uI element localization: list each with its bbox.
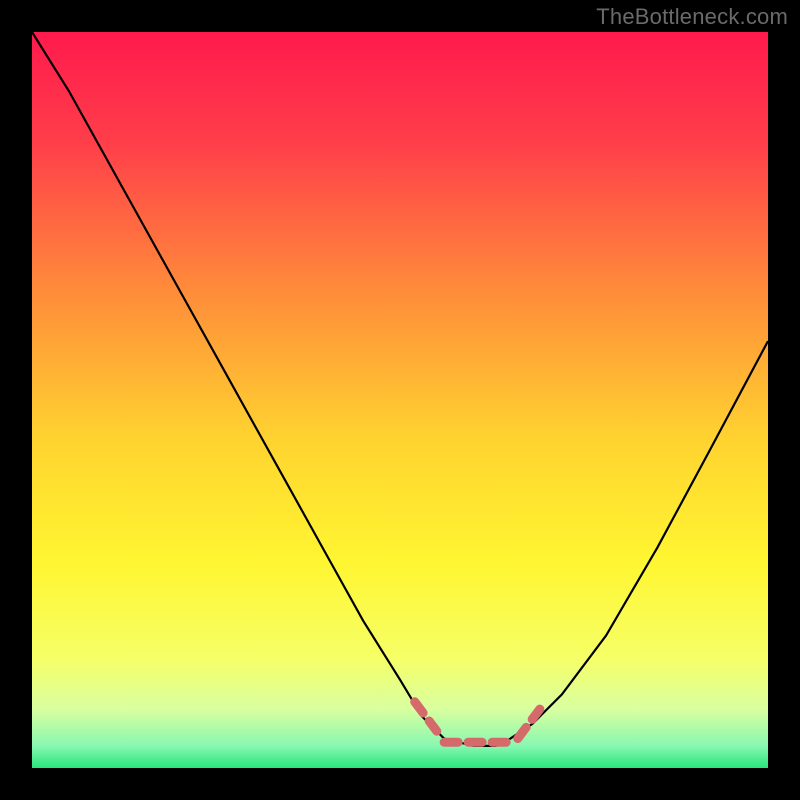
gradient-background [32, 32, 768, 768]
watermark-text: TheBottleneck.com [596, 4, 788, 30]
chart-frame: TheBottleneck.com [0, 0, 800, 800]
plot-area [32, 32, 768, 768]
plot-svg [32, 32, 768, 768]
